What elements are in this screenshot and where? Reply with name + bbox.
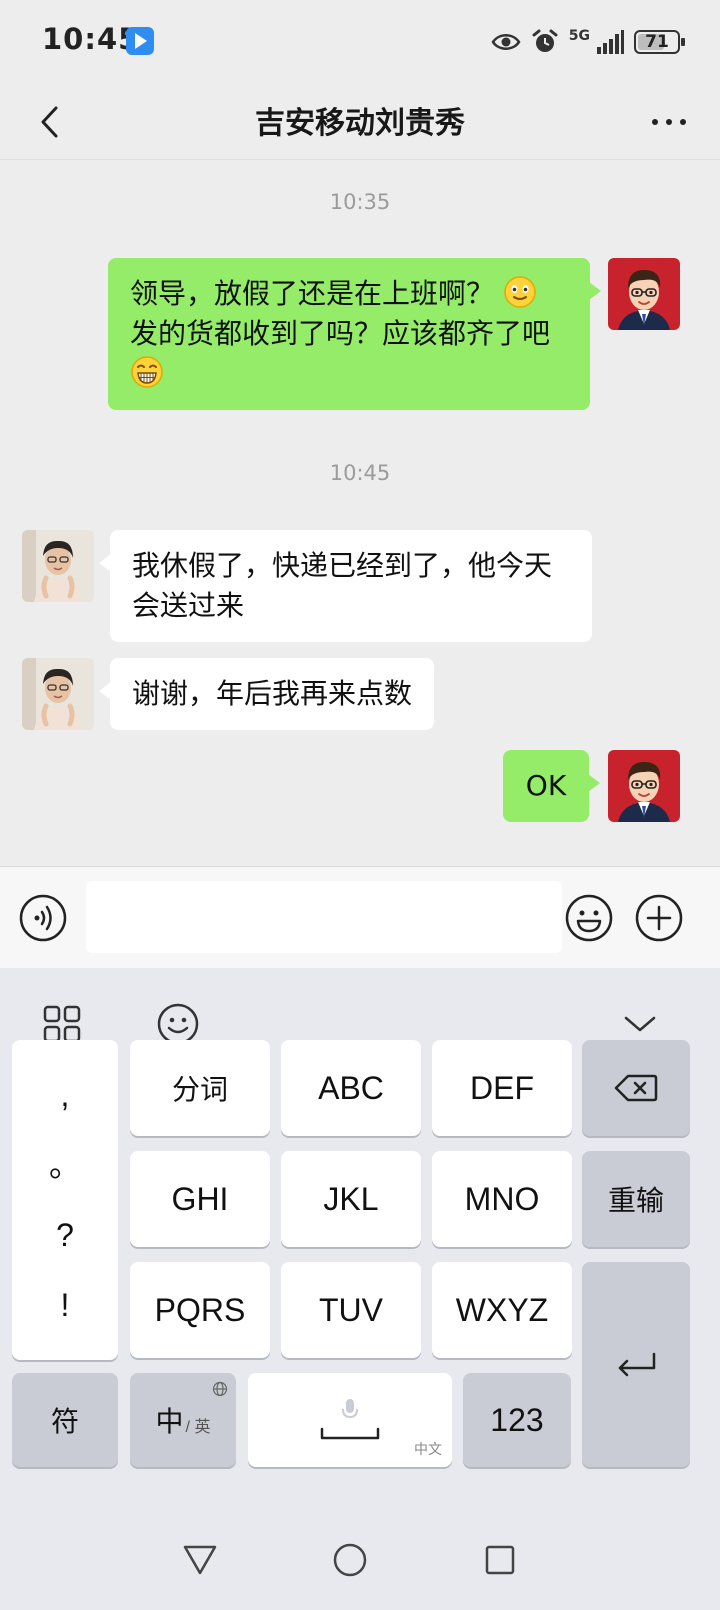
- key-ghi[interactable]: GHI: [130, 1151, 270, 1247]
- message-text: 我休假了，快递已经到了，他今天会送过来: [132, 549, 553, 622]
- my-message-bubble[interactable]: 领导，放假了还是在上班啊？ 发的货都收到了吗？应该都齐了吧: [108, 258, 601, 410]
- microphone-icon: [342, 1399, 358, 1419]
- my-avatar[interactable]: [608, 258, 680, 330]
- my-message-bubble[interactable]: OK: [503, 750, 600, 822]
- system-back-button[interactable]: [178, 1538, 222, 1582]
- punctuation-question[interactable]: ?: [56, 1215, 74, 1255]
- backspace-key[interactable]: [582, 1040, 690, 1136]
- language-switch-key[interactable]: 中 / 英: [130, 1373, 236, 1467]
- punctuation-comma[interactable]: ,: [61, 1075, 70, 1115]
- key-tuv[interactable]: TUV: [281, 1262, 421, 1358]
- alarm-icon: [532, 29, 558, 52]
- reenter-key[interactable]: 重输: [582, 1151, 690, 1247]
- smile-emoji: [504, 276, 536, 308]
- chevron-down-icon: [624, 1016, 656, 1032]
- key-mno[interactable]: MNO: [432, 1151, 572, 1247]
- contact-message-bubble[interactable]: 谢谢，年后我再来点数: [98, 658, 435, 730]
- contact-avatar[interactable]: [22, 658, 94, 730]
- battery-icon: 71: [634, 30, 685, 54]
- voice-button[interactable]: [18, 893, 68, 943]
- square-recents-icon: [485, 1545, 515, 1575]
- status-time: 10:45: [42, 22, 140, 56]
- message-timestamp: 10:45: [329, 461, 391, 485]
- message-input-bar: [0, 866, 720, 968]
- app-notification-icon: [126, 27, 154, 55]
- network-type: 5G: [568, 28, 590, 44]
- cartoon-avatar-icon: [608, 750, 680, 822]
- chat-header: 吉安移动刘贵秀: [0, 84, 720, 160]
- punctuation-exclaim[interactable]: !: [61, 1285, 70, 1325]
- contact-avatar[interactable]: [22, 530, 94, 602]
- message-text: OK: [525, 769, 567, 802]
- key-jkl[interactable]: JKL: [281, 1151, 421, 1247]
- key-def[interactable]: DEF: [432, 1040, 572, 1136]
- system-recents-button[interactable]: [478, 1538, 522, 1582]
- plus-icon: [635, 894, 683, 942]
- message-text: 发的货都收到了吗？应该都齐了吧: [130, 317, 551, 350]
- voice-icon: [19, 894, 67, 942]
- numbers-key[interactable]: 123: [463, 1373, 571, 1467]
- battery-percent: 71: [645, 32, 669, 52]
- more-icon: [652, 119, 686, 125]
- message-text: 领导，放假了还是在上班啊？: [130, 277, 495, 310]
- key-pqrs[interactable]: PQRS: [130, 1262, 270, 1358]
- contact-photo: [22, 530, 94, 602]
- my-avatar[interactable]: [608, 750, 680, 822]
- circle-home-icon: [333, 1543, 367, 1577]
- backspace-icon: [614, 1074, 658, 1102]
- eye-icon: [491, 34, 521, 50]
- status-icons: 5G 71: [491, 24, 685, 60]
- triangle-back-icon: [183, 1545, 217, 1575]
- message-list[interactable]: 10:35 领导，放假了还是在上班啊？ 发的货都收到了吗？应该都齐了吧 10:4…: [0, 160, 720, 866]
- status-bar: 10:45 5G 71: [0, 0, 720, 84]
- emoji-icon: [565, 894, 613, 942]
- key-abc[interactable]: ABC: [281, 1040, 421, 1136]
- key-wxyz[interactable]: WXYZ: [432, 1262, 572, 1358]
- punctuation-key-column[interactable]: , 。 ? !: [12, 1040, 118, 1360]
- contact-message-bubble[interactable]: 我休假了，快递已经到了，他今天会送过来: [99, 530, 592, 642]
- grin-emoji: [131, 356, 163, 388]
- punctuation-period[interactable]: 。: [49, 1145, 81, 1185]
- globe-icon: [212, 1381, 228, 1397]
- contact-photo: [22, 658, 94, 730]
- emoji-button[interactable]: [564, 893, 614, 943]
- enter-key[interactable]: [582, 1262, 690, 1467]
- symbols-key[interactable]: 符: [12, 1373, 118, 1467]
- space-bar-icon: [320, 1427, 380, 1440]
- enter-icon: [618, 1352, 656, 1376]
- message-input[interactable]: [86, 881, 562, 953]
- space-key[interactable]: 中文: [248, 1373, 452, 1467]
- add-attachment-button[interactable]: [634, 893, 684, 943]
- system-navigation-bar: [0, 1510, 720, 1610]
- system-home-button[interactable]: [328, 1538, 372, 1582]
- message-text: 谢谢，年后我再来点数: [132, 677, 413, 710]
- message-timestamp: 10:35: [329, 190, 391, 214]
- more-options-button[interactable]: [642, 98, 696, 146]
- key-segment[interactable]: 分词: [130, 1040, 270, 1136]
- signal-icon: [597, 30, 624, 54]
- grid-icon: [43, 1005, 81, 1043]
- cartoon-avatar-icon: [608, 258, 680, 330]
- chat-title: 吉安移动刘贵秀: [255, 106, 465, 141]
